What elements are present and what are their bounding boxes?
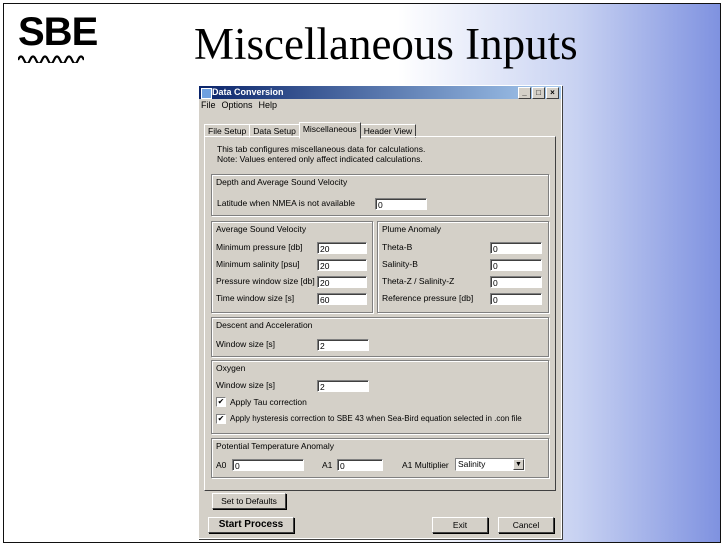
menu-options[interactable]: Options bbox=[222, 99, 253, 111]
window-titlebar[interactable]: Data Conversion _ □ × bbox=[199, 86, 561, 99]
app-icon bbox=[201, 88, 212, 99]
menu-help[interactable]: Help bbox=[259, 99, 278, 111]
set-defaults-button[interactable]: Set to Defaults bbox=[212, 493, 286, 509]
intro-text: This tab configures miscellaneous data f… bbox=[217, 144, 425, 164]
a1-label: A1 bbox=[322, 460, 333, 470]
tau-correction-label: Apply Tau correction bbox=[230, 397, 307, 407]
sound-velocity-group: Average Sound Velocity Minimum pressure … bbox=[211, 221, 373, 313]
chevron-down-icon[interactable]: ▼ bbox=[513, 459, 524, 470]
a1-multiplier-select[interactable]: Salinity ▼ bbox=[455, 458, 525, 471]
close-button[interactable]: × bbox=[546, 87, 559, 99]
min-pressure-input[interactable]: 20 bbox=[317, 242, 367, 254]
a1-input[interactable]: 0 bbox=[337, 459, 383, 471]
tab-miscellaneous[interactable]: Miscellaneous bbox=[298, 122, 361, 139]
min-pressure-label: Minimum pressure [db] bbox=[216, 242, 303, 252]
plume-anomaly-title: Plume Anomaly bbox=[382, 224, 442, 234]
sound-velocity-title: Average Sound Velocity bbox=[216, 224, 307, 234]
start-process-button[interactable]: Start Process bbox=[208, 517, 294, 533]
salinity-b-input[interactable]: 0 bbox=[490, 259, 542, 271]
min-salinity-input[interactable]: 20 bbox=[317, 259, 367, 271]
cancel-button[interactable]: Cancel bbox=[498, 517, 554, 533]
intro-line-2: Note: Values entered only affect indicat… bbox=[217, 154, 423, 164]
salinity-b-label: Salinity-B bbox=[382, 259, 418, 269]
menu-file[interactable]: File bbox=[201, 99, 216, 111]
maximize-button[interactable]: □ bbox=[532, 87, 545, 99]
reference-pressure-label: Reference pressure [db] bbox=[382, 293, 474, 303]
descent-group: Descent and Acceleration Window size [s]… bbox=[211, 317, 549, 357]
logo-text: SBE bbox=[18, 10, 98, 54]
hysteresis-label: Apply hysteresis correction to SBE 43 wh… bbox=[230, 414, 522, 423]
a1-multiplier-label: A1 Multiplier bbox=[402, 460, 449, 470]
depth-group: Depth and Average Sound Velocity Latitud… bbox=[211, 174, 549, 216]
time-window-input[interactable]: 60 bbox=[317, 293, 367, 305]
descent-window-label: Window size [s] bbox=[216, 339, 276, 349]
pressure-window-label: Pressure window size [db] bbox=[216, 276, 315, 286]
temp-anomaly-group: Potential Temperature Anomaly A0 0 A1 0 … bbox=[211, 438, 549, 478]
data-conversion-window: Data Conversion _ □ × File Options Help … bbox=[198, 85, 562, 539]
slide: SBE Miscellaneous Inputs Data Conversion… bbox=[3, 3, 721, 543]
descent-title: Descent and Acceleration bbox=[216, 320, 313, 330]
latitude-input[interactable]: 0 bbox=[375, 198, 427, 210]
oxygen-group: Oxygen Window size [s] 2 ✔ Apply Tau cor… bbox=[211, 360, 549, 434]
theta-z-input[interactable]: 0 bbox=[490, 276, 542, 288]
pressure-window-input[interactable]: 20 bbox=[317, 276, 367, 288]
tau-correction-checkbox[interactable]: ✔ bbox=[216, 397, 226, 407]
depth-group-title: Depth and Average Sound Velocity bbox=[216, 177, 348, 187]
plume-anomaly-group: Plume Anomaly Theta-B 0 Salinity-B 0 The… bbox=[377, 221, 549, 313]
slide-title: Miscellaneous Inputs bbox=[194, 19, 578, 69]
intro-line-1: This tab configures miscellaneous data f… bbox=[217, 144, 426, 154]
descent-window-input[interactable]: 2 bbox=[317, 339, 369, 351]
min-salinity-label: Minimum salinity [psu] bbox=[216, 259, 300, 269]
temp-anomaly-title: Potential Temperature Anomaly bbox=[216, 441, 334, 451]
latitude-label: Latitude when NMEA is not available bbox=[217, 198, 355, 208]
theta-b-label: Theta-B bbox=[382, 242, 413, 252]
menu-bar: File Options Help bbox=[199, 99, 561, 111]
oxygen-title: Oxygen bbox=[216, 363, 246, 373]
theta-b-input[interactable]: 0 bbox=[490, 242, 542, 254]
hysteresis-checkbox[interactable]: ✔ bbox=[216, 414, 226, 424]
a0-label: A0 bbox=[216, 460, 227, 470]
oxygen-window-input[interactable]: 2 bbox=[317, 380, 369, 392]
a0-input[interactable]: 0 bbox=[232, 459, 304, 471]
minimize-button[interactable]: _ bbox=[518, 87, 531, 99]
time-window-label: Time window size [s] bbox=[216, 293, 295, 303]
logo-wave-icon bbox=[16, 55, 86, 65]
reference-pressure-input[interactable]: 0 bbox=[490, 293, 542, 305]
sbe-logo: SBE bbox=[16, 10, 98, 68]
oxygen-window-label: Window size [s] bbox=[216, 380, 276, 390]
window-title: Data Conversion bbox=[212, 87, 284, 97]
theta-z-label: Theta-Z / Salinity-Z bbox=[382, 276, 455, 286]
a1-multiplier-value: Salinity bbox=[458, 459, 486, 469]
exit-button[interactable]: Exit bbox=[432, 517, 488, 533]
miscellaneous-panel: This tab configures miscellaneous data f… bbox=[204, 136, 556, 491]
